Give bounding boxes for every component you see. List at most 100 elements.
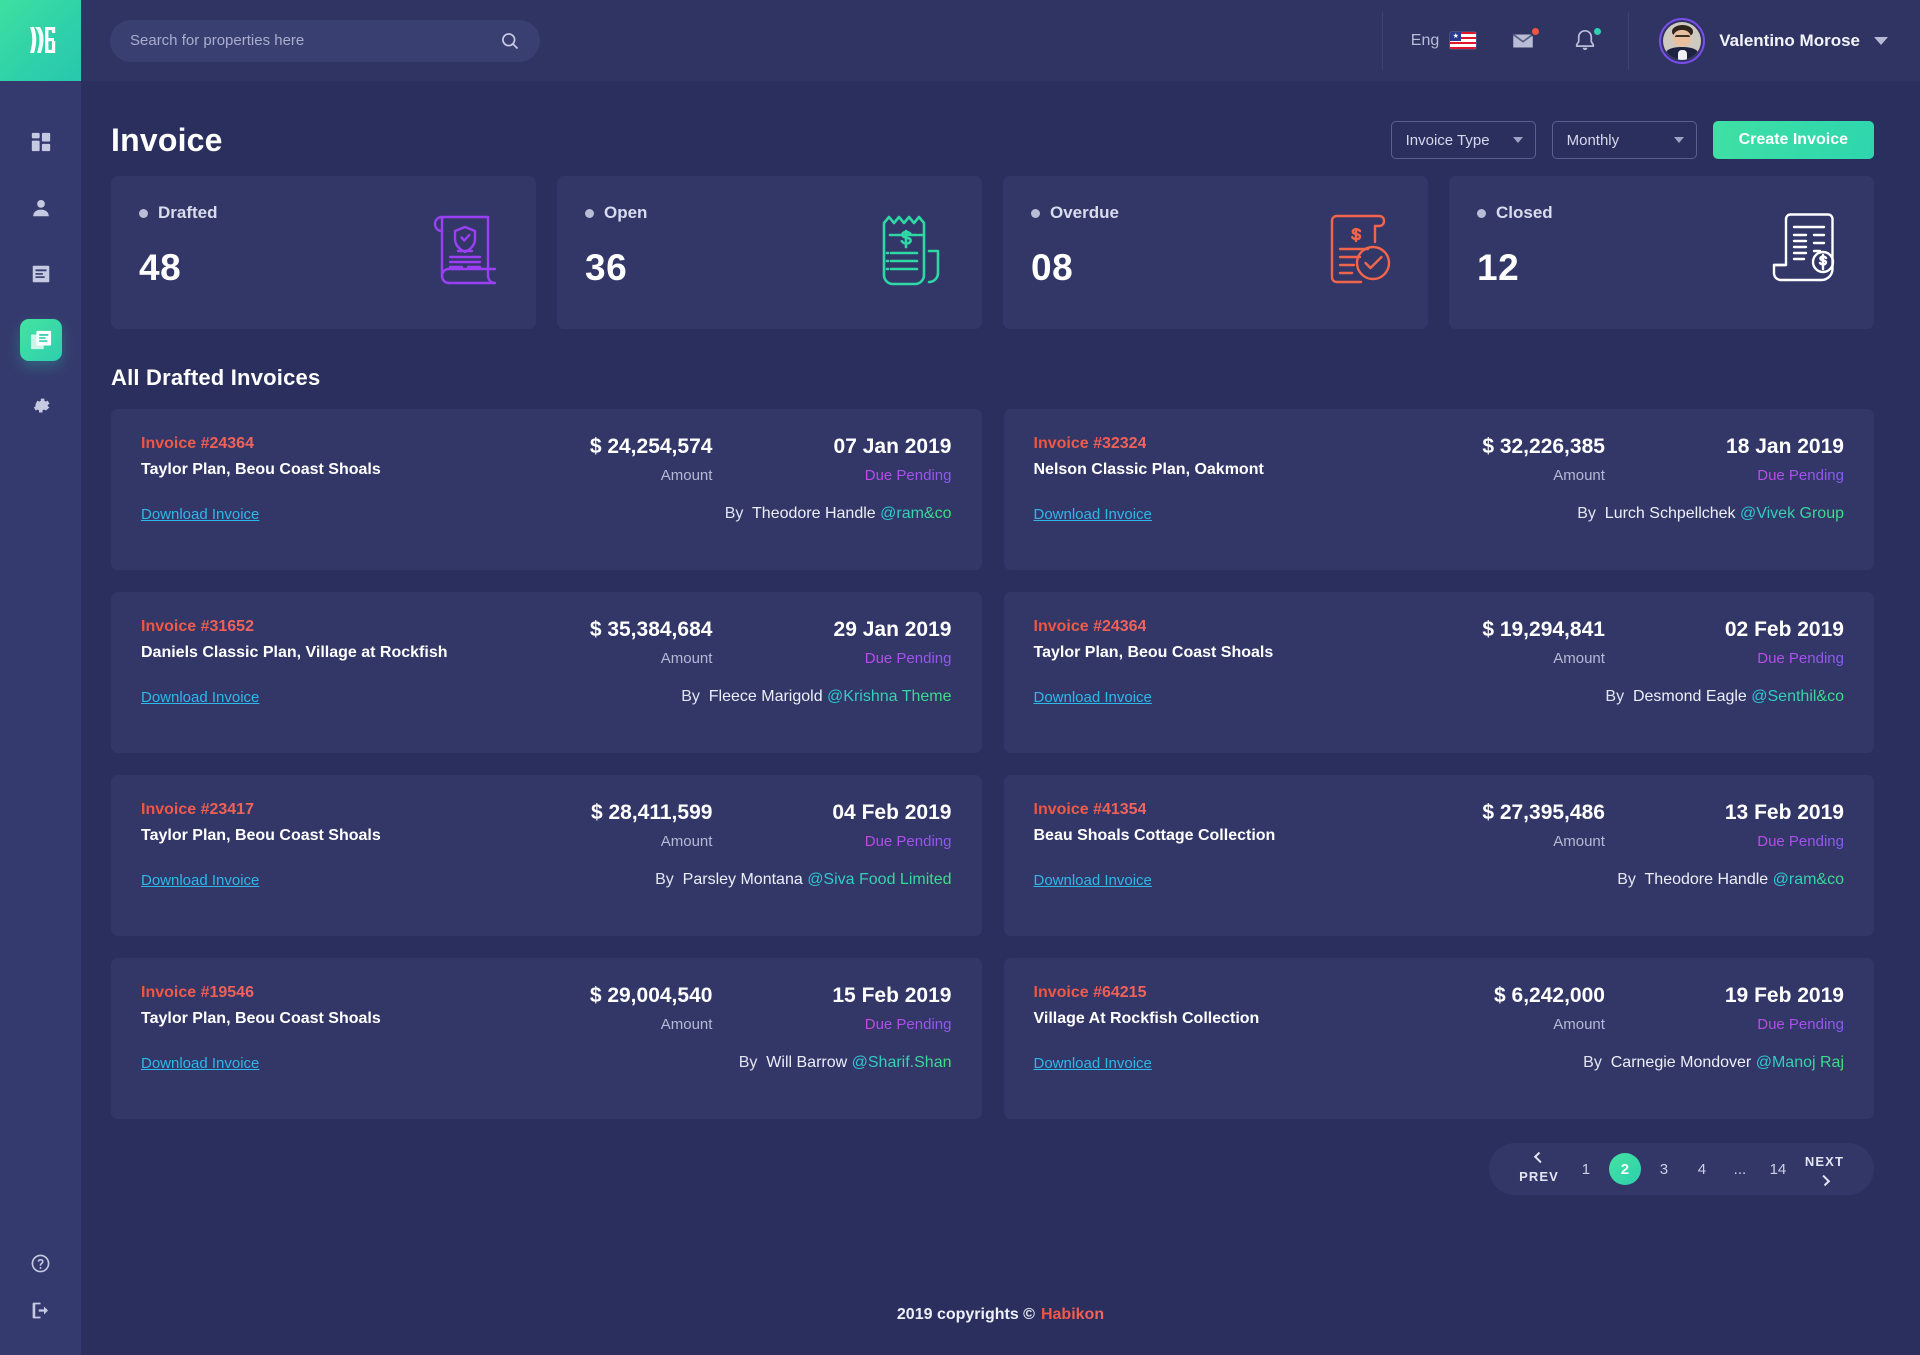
sidebar-bottom [0,1253,81,1321]
sidebar-item-users[interactable] [20,187,62,229]
invoice-card[interactable]: Invoice #31652 Daniels Classic Plan, Vil… [111,592,982,753]
download-invoice-link[interactable]: Download Invoice [1034,872,1152,889]
author-org[interactable]: @Vivek Group [1740,505,1844,522]
invoice-card[interactable]: Invoice #24364 Taylor Plan, Beou Coast S… [111,409,982,570]
author-org[interactable]: @Sharif.Shan [852,1054,952,1071]
stat-label: Drafted [158,203,218,223]
invoice-number[interactable]: Invoice #32324 [1034,435,1147,453]
invoice-grid: Invoice #24364 Taylor Plan, Beou Coast S… [81,391,1920,1119]
brand-logo[interactable] [0,0,81,81]
sidebar-item-logout[interactable] [30,1300,51,1321]
chevron-down-icon[interactable] [1874,37,1888,45]
invoice-number[interactable]: Invoice #24364 [141,435,254,453]
invoice-plan: Nelson Classic Plan, Oakmont [1034,461,1366,479]
status-bullet [1477,209,1486,218]
download-invoice-link[interactable]: Download Invoice [1034,1055,1152,1072]
author-org[interactable]: @Manoj Raj [1756,1054,1844,1071]
pagination-next[interactable]: NEXT [1801,1154,1848,1184]
download-invoice-link[interactable]: Download Invoice [141,872,259,889]
status-badge: Due Pending [1757,650,1844,667]
chevron-left-icon [1533,1152,1544,1163]
pagination-page-3[interactable]: 3 [1649,1154,1679,1184]
notifications-button[interactable] [1572,28,1600,54]
pagination-prev[interactable]: PREV [1515,1154,1563,1184]
download-invoice-link[interactable]: Download Invoice [1034,506,1152,523]
author-org[interactable]: @ram&co [1773,871,1844,888]
invoice-number[interactable]: Invoice #41354 [1034,801,1147,819]
invoice-date: 04 Feb 2019 [716,801,951,825]
invoice-author: By Parsley Montana @Siva Food Limited [655,871,951,889]
sidebar-item-dashboard[interactable] [20,121,62,163]
invoice-number[interactable]: Invoice #24364 [1034,618,1147,636]
mail-button[interactable] [1510,28,1538,54]
period-label: Monthly [1567,132,1620,149]
author-name: Theodore Handle [752,505,876,522]
notifications-badge [1592,26,1603,37]
by-label: By [655,871,674,888]
sidebar-item-invoices[interactable] [20,319,62,361]
receipt-dollar-icon [868,203,954,295]
chevron-down-icon [1513,137,1523,143]
amount-label: Amount [1366,650,1605,667]
download-invoice-link[interactable]: Download Invoice [141,506,259,523]
invoice-amount: $ 6,242,000 [1366,984,1605,1008]
invoice-number[interactable]: Invoice #31652 [141,618,254,636]
author-org[interactable]: @Senthil&co [1751,688,1844,705]
invoice-type-select[interactable]: Invoice Type [1391,121,1536,159]
pagination-page-4[interactable]: 4 [1687,1154,1717,1184]
stat-card-drafted[interactable]: Drafted 48 [111,176,536,329]
invoice-amount: $ 27,395,486 [1366,801,1605,825]
invoice-card[interactable]: Invoice #64215 Village At Rockfish Colle… [1004,958,1875,1119]
amount-label: Amount [473,833,712,850]
invoice-card[interactable]: Invoice #23417 Taylor Plan, Beou Coast S… [111,775,982,936]
invoice-number[interactable]: Invoice #64215 [1034,984,1147,1002]
invoice-amount: $ 19,294,841 [1366,618,1605,642]
pagination-page-2[interactable]: 2 [1609,1153,1641,1185]
download-invoice-link[interactable]: Download Invoice [141,1055,259,1072]
stat-card-overdue[interactable]: Overdue 08 [1003,176,1428,329]
language-selector[interactable]: Eng ★ [1411,32,1476,50]
amount-label: Amount [1366,467,1605,484]
invoice-author: By Will Barrow @Sharif.Shan [739,1054,952,1072]
author-org[interactable]: @ram&co [880,505,951,522]
status-bullet [1031,209,1040,218]
sidebar-item-documents[interactable] [20,253,62,295]
invoice-card[interactable]: Invoice #41354 Beau Shoals Cottage Colle… [1004,775,1875,936]
invoice-number[interactable]: Invoice #19546 [141,984,254,1002]
author-name: Will Barrow [766,1054,847,1071]
app-root: Eng ★ [0,0,1920,1355]
stat-value: 36 [585,247,647,289]
download-invoice-link[interactable]: Download Invoice [141,689,259,706]
profile-menu[interactable]: Valentino Morose [1628,12,1920,70]
invoice-number[interactable]: Invoice #23417 [141,801,254,819]
author-org[interactable]: @Krishna Theme [827,688,951,705]
stat-card-closed[interactable]: Closed 12 [1449,176,1874,329]
sidebar-nav [0,81,81,427]
stat-card-open[interactable]: Open 36 [557,176,982,329]
invoice-date: 19 Feb 2019 [1609,984,1844,1008]
by-label: By [1577,505,1596,522]
period-select[interactable]: Monthly [1552,121,1697,159]
invoice-date: 07 Jan 2019 [716,435,951,459]
search-bar[interactable] [110,20,540,62]
download-invoice-link[interactable]: Download Invoice [1034,689,1152,706]
invoice-card[interactable]: Invoice #32324 Nelson Classic Plan, Oakm… [1004,409,1875,570]
invoice-date: 18 Jan 2019 [1609,435,1844,459]
invoice-card[interactable]: Invoice #19546 Taylor Plan, Beou Coast S… [111,958,982,1119]
invoice-card[interactable]: Invoice #24364 Taylor Plan, Beou Coast S… [1004,592,1875,753]
footer-brand[interactable]: Habikon [1041,1306,1104,1324]
sidebar-item-help[interactable] [30,1253,51,1274]
author-org[interactable]: @Siva Food Limited [807,871,951,888]
invoice-date: 02 Feb 2019 [1609,618,1844,642]
amount-label: Amount [473,467,712,484]
pagination-prev-label: PREV [1519,1169,1559,1184]
pagination-page-14[interactable]: 14 [1763,1154,1793,1184]
search-input[interactable] [130,32,500,49]
search-icon[interactable] [500,31,520,51]
pagination-page-1[interactable]: 1 [1571,1154,1601,1184]
chevron-right-icon [1819,1175,1830,1186]
create-invoice-button[interactable]: Create Invoice [1713,121,1874,159]
sidebar-item-settings[interactable] [20,385,62,427]
status-badge: Due Pending [865,1016,952,1033]
avatar [1659,18,1705,64]
